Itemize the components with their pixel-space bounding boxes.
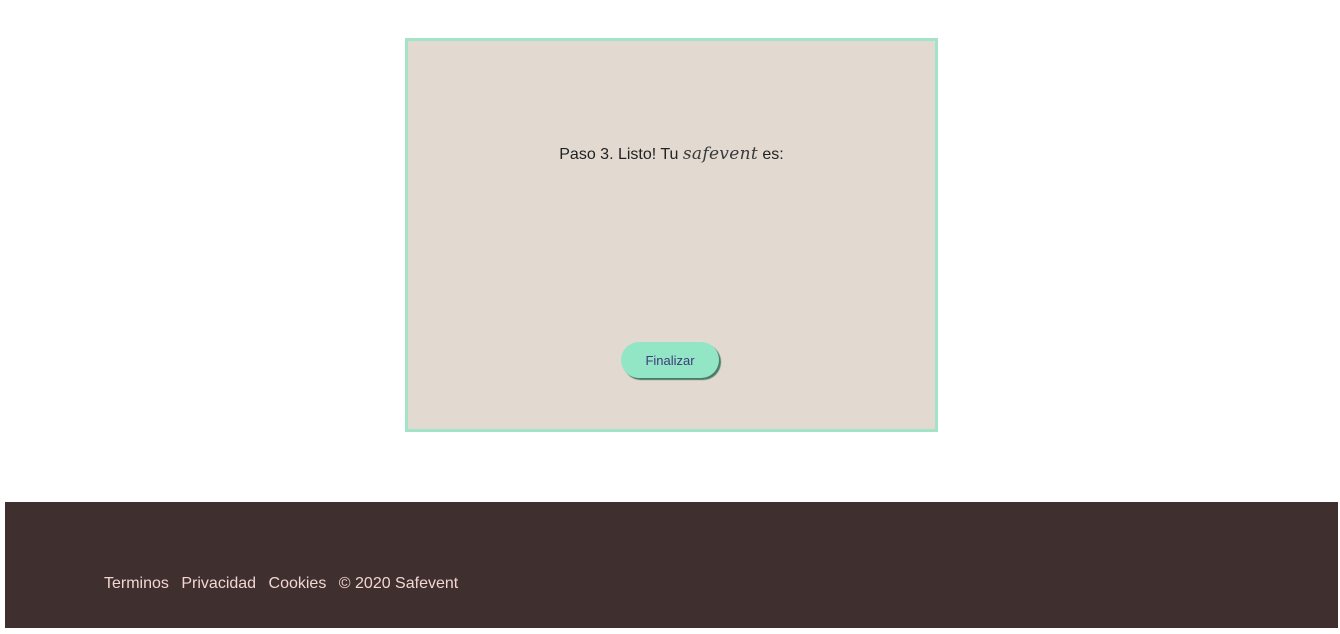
page: Paso 3. Listo! Tu safevent es: Finalizar… [0, 0, 1340, 634]
footer-copyright: © 2020 Safevent [338, 575, 459, 592]
footer: Terminos Privacidad Cookies © 2020 Safev… [5, 502, 1338, 628]
step-text: Paso 3. Listo! Tu [559, 146, 679, 163]
footer-link-cookies[interactable]: Cookies [269, 575, 327, 592]
brand-wordmark: safevent [682, 144, 758, 164]
confirmation-card: Paso 3. Listo! Tu safevent es: Finalizar [405, 38, 938, 432]
finish-button[interactable]: Finalizar [621, 342, 719, 378]
footer-link-privacy[interactable]: Privacidad [181, 575, 256, 592]
step-message: Paso 3. Listo! Tu safevent es: [408, 144, 935, 164]
footer-link-terms[interactable]: Terminos [104, 575, 169, 592]
step-suffix: es: [762, 146, 784, 163]
footer-links: Terminos Privacidad Cookies © 2020 Safev… [104, 575, 466, 593]
